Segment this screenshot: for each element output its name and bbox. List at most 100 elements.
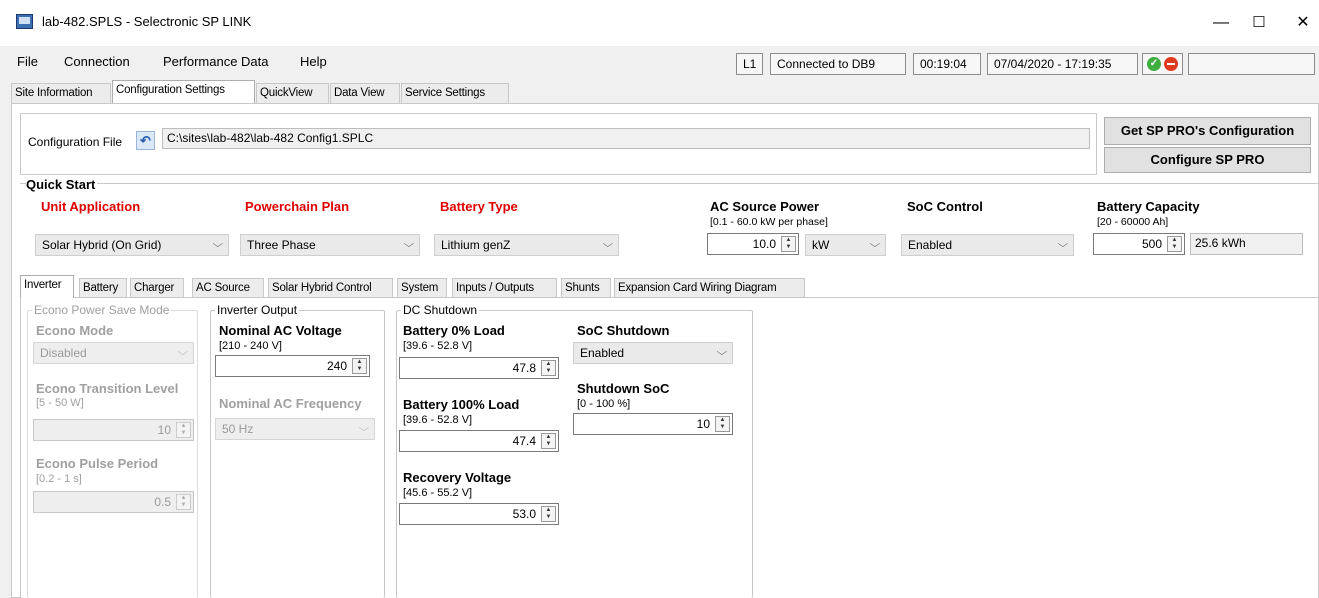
chevron-down-icon: ⌵ xyxy=(177,347,189,358)
nominal-ac-voltage-input[interactable]: 240 ▲ ▼ xyxy=(215,355,370,377)
recovery-voltage-input[interactable]: 53.0 ▲ ▼ xyxy=(399,503,559,525)
spin-arrows-icon[interactable]: ▲ ▼ xyxy=(541,433,556,449)
econo-transition-value: 10 xyxy=(157,423,171,437)
window-title: lab-482.SPLS - Selectronic SP LINK xyxy=(42,14,252,29)
battery-100-load-range: [39.6 - 52.8 V] xyxy=(403,414,473,426)
subtab-expansion-card[interactable]: Expansion Card Wiring Diagram xyxy=(614,278,805,298)
config-file-path: C:\sites\lab-482\lab-482 Config1.SPLC xyxy=(162,128,1090,149)
undo-icon[interactable]: ↶ xyxy=(136,131,155,150)
econo-transition-range: [5 - 50 W] xyxy=(36,397,84,409)
subtab-solar-hybrid-control[interactable]: Solar Hybrid Control xyxy=(268,278,393,298)
spin-arrows-icon[interactable]: ▲ ▼ xyxy=(1167,236,1182,252)
ac-source-power-value: 10.0 xyxy=(752,237,776,251)
unit-application-label: Unit Application xyxy=(41,199,141,214)
battery-0-load-label: Battery 0% Load xyxy=(403,323,505,338)
soc-shutdown-select[interactable]: Enabled ⌵ xyxy=(573,342,733,364)
connection-status: Connected to DB9 xyxy=(770,53,906,75)
quick-start-title: Quick Start xyxy=(26,177,98,192)
close-button[interactable]: ✕ xyxy=(1280,8,1319,38)
soc-control-select[interactable]: Enabled ⌵ xyxy=(901,234,1074,256)
econo-pulse-range: [0.2 - 1 s] xyxy=(36,473,82,485)
battery-capacity-label: Battery Capacity xyxy=(1097,199,1200,214)
battery-0-load-input[interactable]: 47.8 ▲ ▼ xyxy=(399,357,559,379)
battery-100-load-input[interactable]: 47.4 ▲ ▼ xyxy=(399,430,559,452)
get-configuration-button[interactable]: Get SP PRO's Configuration xyxy=(1104,117,1311,145)
chevron-down-icon: ⌵ xyxy=(602,239,614,250)
tab-configuration-settings[interactable]: Configuration Settings xyxy=(112,80,255,103)
soc-shutdown-label: SoC Shutdown xyxy=(577,323,670,338)
battery-type-label: Battery Type xyxy=(440,199,518,214)
subtab-inputs-outputs[interactable]: Inputs / Outputs xyxy=(452,278,557,298)
nominal-ac-frequency-select[interactable]: 50 Hz ⌵ xyxy=(215,418,375,440)
chevron-down-icon: ⌵ xyxy=(1057,239,1069,250)
shutdown-soc-input[interactable]: 10 ▲ ▼ xyxy=(573,413,733,435)
spin-arrows-icon[interactable]: ▲ ▼ xyxy=(781,236,796,252)
elapsed-time: 00:19:04 xyxy=(913,53,981,75)
nominal-ac-voltage-label: Nominal AC Voltage xyxy=(219,323,342,338)
econo-mode-select[interactable]: Disabled ⌵ xyxy=(33,342,194,364)
chevron-down-icon: ⌵ xyxy=(212,239,224,250)
subtab-system[interactable]: System xyxy=(397,278,447,298)
unit-application-select[interactable]: Solar Hybrid (On Grid) ⌵ xyxy=(35,234,229,256)
inverter-output-group-title: Inverter Output xyxy=(215,303,300,317)
inverter-output-group xyxy=(210,310,385,598)
spin-arrows-icon[interactable]: ▲ ▼ xyxy=(176,494,191,510)
ac-source-power-range: [0.1 - 60.0 kW per phase] xyxy=(710,216,828,228)
menu-file[interactable]: File xyxy=(17,54,38,69)
ac-source-unit-select[interactable]: kW ⌵ xyxy=(805,234,886,256)
spin-arrows-icon[interactable]: ▲ ▼ xyxy=(541,360,556,376)
menu-connection[interactable]: Connection xyxy=(64,54,130,69)
ac-source-power-input[interactable]: 10.0 ▲ ▼ xyxy=(707,233,799,255)
configure-sp-pro-button[interactable]: Configure SP PRO xyxy=(1104,147,1311,173)
battery-100-load-label: Battery 100% Load xyxy=(403,397,520,412)
ac-source-unit-value: kW xyxy=(812,238,830,252)
econo-pulse-input[interactable]: 0.5 ▲ ▼ xyxy=(33,491,194,513)
spin-arrows-icon[interactable]: ▲ ▼ xyxy=(352,358,367,374)
tab-service-settings[interactable]: Service Settings xyxy=(401,83,509,103)
nominal-ac-frequency-label: Nominal AC Frequency xyxy=(219,396,362,411)
status-extra xyxy=(1188,53,1315,75)
chevron-down-icon: ⌵ xyxy=(869,239,881,250)
menu-performance-data[interactable]: Performance Data xyxy=(163,54,269,69)
powerchain-plan-label: Powerchain Plan xyxy=(245,199,350,214)
recovery-voltage-range: [45.6 - 55.2 V] xyxy=(403,487,473,499)
battery-type-select[interactable]: Lithium genZ ⌵ xyxy=(434,234,619,256)
battery-capacity-value: 500 xyxy=(1141,237,1162,251)
spin-arrows-icon[interactable]: ▲ ▼ xyxy=(715,416,730,432)
battery-0-load-value: 47.8 xyxy=(512,361,536,375)
econo-transition-label: Econo Transition Level xyxy=(36,381,179,396)
subtab-battery[interactable]: Battery xyxy=(79,278,127,298)
shutdown-soc-label: Shutdown SoC xyxy=(577,381,670,396)
econo-pulse-value: 0.5 xyxy=(154,495,171,509)
tab-quickview[interactable]: QuickView xyxy=(256,83,329,103)
maximize-button[interactable]: ☐ xyxy=(1236,8,1282,38)
econo-pulse-label: Econo Pulse Period xyxy=(36,456,159,471)
spin-arrows-icon[interactable]: ▲ ▼ xyxy=(176,422,191,438)
shutdown-soc-range: [0 - 100 %] xyxy=(577,398,631,410)
chevron-down-icon: ⌵ xyxy=(403,239,415,250)
subtab-ac-source[interactable]: AC Source xyxy=(192,278,264,298)
econo-transition-input[interactable]: 10 ▲ ▼ xyxy=(33,419,194,441)
unit-application-value: Solar Hybrid (On Grid) xyxy=(42,238,162,252)
subtab-charger[interactable]: Charger xyxy=(130,278,184,298)
tab-data-view[interactable]: Data View xyxy=(330,83,400,103)
battery-capacity-input[interactable]: 500 ▲ ▼ xyxy=(1093,233,1185,255)
powerchain-plan-value: Three Phase xyxy=(247,238,316,252)
nominal-ac-frequency-value: 50 Hz xyxy=(222,422,254,436)
powerchain-plan-select[interactable]: Three Phase ⌵ xyxy=(240,234,420,256)
menu-help[interactable]: Help xyxy=(300,54,327,69)
econo-mode-value: Disabled xyxy=(40,346,87,360)
battery-0-load-range: [39.6 - 52.8 V] xyxy=(403,340,473,352)
check-icon: ✓ xyxy=(1147,57,1161,71)
battery-capacity-kwh: 25.6 kWh xyxy=(1190,233,1303,255)
tab-site-information[interactable]: Site Information xyxy=(11,83,111,103)
stop-icon xyxy=(1164,57,1178,71)
chevron-down-icon: ⌵ xyxy=(716,347,728,358)
subtab-shunts[interactable]: Shunts xyxy=(561,278,611,298)
soc-control-value: Enabled xyxy=(908,238,953,252)
ac-source-power-label: AC Source Power xyxy=(710,199,820,214)
status-indicators: ✓ xyxy=(1142,53,1183,75)
battery-100-load-value: 47.4 xyxy=(512,434,536,448)
spin-arrows-icon[interactable]: ▲ ▼ xyxy=(541,506,556,522)
subtab-inverter[interactable]: Inverter xyxy=(20,275,74,298)
